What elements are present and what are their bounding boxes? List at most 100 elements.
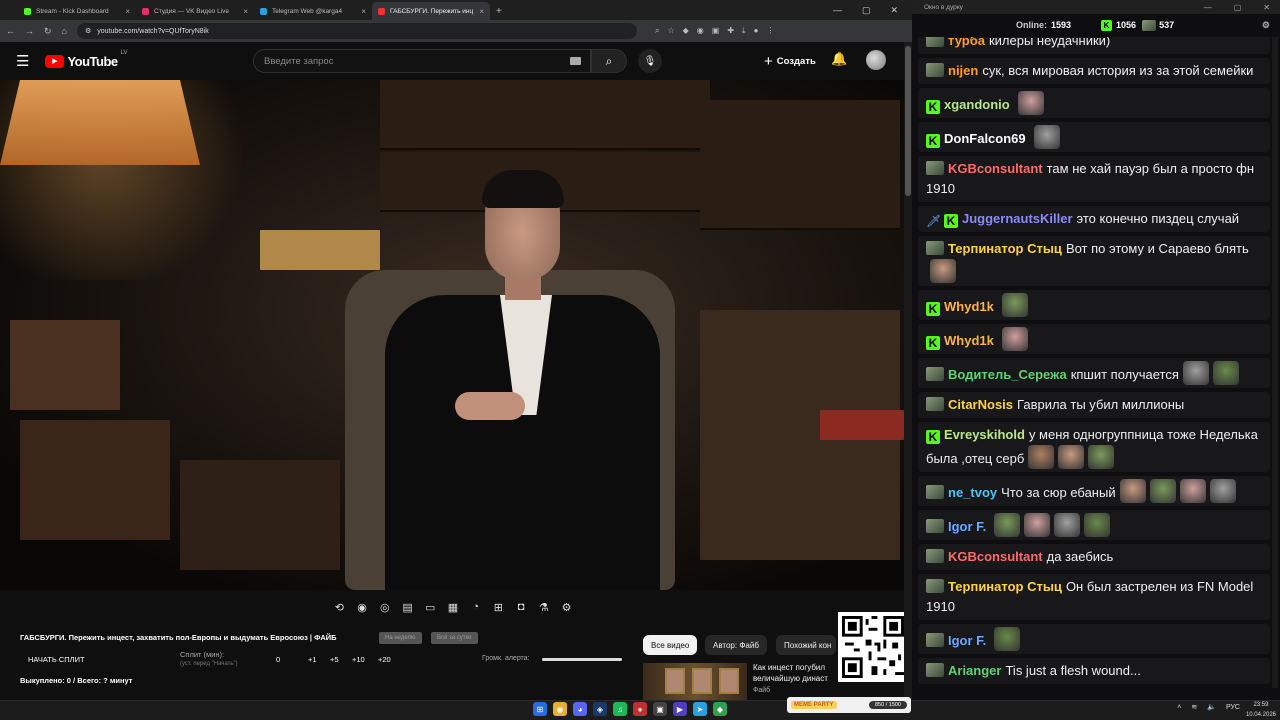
maximize-icon[interactable]: ▢ xyxy=(862,5,871,16)
period-pill-day[interactable]: Всё за сутки xyxy=(431,632,478,644)
avatar[interactable] xyxy=(866,50,886,70)
chat-scrollbar[interactable] xyxy=(1272,37,1278,688)
alert-volume-slider[interactable] xyxy=(542,658,622,661)
extension-icon[interactable]: ◆ xyxy=(683,26,689,36)
youtube-logo[interactable]: ▶ YouTube LV xyxy=(45,50,128,69)
keyboard-icon[interactable] xyxy=(570,57,581,65)
split-add-0-button[interactable]: 0 xyxy=(276,655,280,664)
minimize-icon[interactable]: — xyxy=(1204,3,1212,12)
chat-username[interactable]: Evreyskihold xyxy=(944,427,1025,442)
tab-close-icon[interactable]: × xyxy=(361,7,366,16)
audio-icon[interactable]: ◉ xyxy=(352,601,372,614)
app-icon[interactable]: ▶ xyxy=(673,702,687,716)
chat-username[interactable]: Терпинатор Стыц xyxy=(948,241,1062,256)
create-button[interactable]: + Создать xyxy=(756,49,824,73)
chip-all-videos[interactable]: Все видео xyxy=(643,635,698,655)
browser-tab[interactable]: Stream - Kick Dashboard × xyxy=(18,2,136,20)
maximize-icon[interactable]: ▢ xyxy=(1234,3,1242,12)
zoom-icon[interactable]: ⌕ xyxy=(655,26,659,36)
flask-icon[interactable]: ⚗ xyxy=(534,601,554,614)
extension-icon[interactable]: ▣ xyxy=(712,26,720,36)
tab-close-icon[interactable]: × xyxy=(125,7,130,16)
recommended-title[interactable]: Как инцест погубил величайшую династ xyxy=(753,662,843,684)
close-icon[interactable]: ✕ xyxy=(1263,3,1270,12)
speed-icon[interactable]: ◔ xyxy=(466,601,486,613)
url-field[interactable]: ⚙ youtube.com/watch?v=QUfToryN8ik xyxy=(76,23,637,39)
bookmark-star-icon[interactable]: ☆ xyxy=(667,26,674,36)
notifications-bell-icon[interactable]: 🔔 xyxy=(831,51,847,67)
site-info-icon[interactable]: ⚙ xyxy=(85,27,91,35)
theater-icon[interactable]: ▦ xyxy=(443,601,463,614)
split-add-5-button[interactable]: +5 xyxy=(330,655,339,664)
loop-icon[interactable]: ⟲ xyxy=(329,601,349,614)
start-split-button[interactable]: НАЧАТЬ СПЛИТ xyxy=(28,655,85,664)
steam-icon[interactable]: ◈ xyxy=(593,702,607,716)
tab-close-icon[interactable]: × xyxy=(243,7,248,16)
recommended-channel[interactable]: Файб xyxy=(753,687,770,694)
chrome-icon[interactable]: ◉ xyxy=(553,702,567,716)
language-indicator[interactable]: РУС xyxy=(1226,704,1240,711)
new-tab-icon[interactable]: + xyxy=(496,2,502,20)
telegram-icon[interactable]: ➤ xyxy=(693,702,707,716)
back-icon[interactable]: ← xyxy=(6,26,15,36)
chat-username[interactable]: турба xyxy=(948,37,985,48)
app-icon[interactable]: ◆ xyxy=(713,702,727,716)
spotify-icon[interactable]: ♫ xyxy=(613,702,627,716)
chat-username[interactable]: Водитель_Сережа xyxy=(948,367,1067,382)
app-icon[interactable]: ▣ xyxy=(653,702,667,716)
chip-similar[interactable]: Похожий кон xyxy=(776,635,836,655)
chat-username[interactable]: KGBconsultant xyxy=(948,161,1043,176)
minimize-icon[interactable]: — xyxy=(833,5,842,15)
menu-icon[interactable]: ☰ xyxy=(16,52,29,70)
tab-close-icon[interactable]: × xyxy=(479,7,484,16)
search-button[interactable]: ⌕ xyxy=(591,49,627,73)
page-scroll-thumb[interactable] xyxy=(905,46,911,196)
windows-start-icon[interactable]: ⊞ xyxy=(533,702,547,716)
split-add-10-button[interactable]: +10 xyxy=(352,655,365,664)
chat-username[interactable]: DonFalcon69 xyxy=(944,131,1026,146)
close-icon[interactable]: ✕ xyxy=(890,5,898,16)
forward-icon[interactable]: → xyxy=(25,26,34,36)
video-player[interactable] xyxy=(0,80,904,590)
chat-username[interactable]: Whyd1k xyxy=(944,333,994,348)
profile-icon[interactable]: ● xyxy=(754,26,759,36)
split-add-20-button[interactable]: +20 xyxy=(378,655,391,664)
extension-icon[interactable]: ◉ xyxy=(697,26,704,36)
wifi-icon[interactable]: ≋ xyxy=(1191,703,1197,711)
period-pill-week[interactable]: На неделю xyxy=(379,632,422,644)
chat-username[interactable]: Arianger xyxy=(948,663,1001,678)
discord-icon[interactable]: ◕ xyxy=(573,702,587,716)
chat-username[interactable]: CitarNosis xyxy=(948,397,1013,412)
chat-username[interactable]: Igor F. xyxy=(948,519,986,534)
voice-search-button[interactable]: 🎙 xyxy=(638,49,662,73)
chat-username[interactable]: nijen xyxy=(948,63,978,78)
split-add-1-button[interactable]: +1 xyxy=(308,655,317,664)
eye-icon[interactable]: ◎ xyxy=(375,601,395,614)
clock[interactable]: 23:59 10.04.2026 xyxy=(1246,700,1276,720)
chat-username[interactable]: xgandonio xyxy=(944,97,1010,112)
screenshot-icon[interactable]: ◘ xyxy=(511,601,531,613)
chat-username[interactable]: KGBconsultant xyxy=(948,549,1043,564)
search-input[interactable]: Введите запрос xyxy=(253,49,591,73)
chip-author[interactable]: Автор: Файб xyxy=(705,635,767,655)
picture-icon[interactable]: ▭ xyxy=(420,601,440,614)
home-icon[interactable]: ⌂ xyxy=(62,26,67,36)
download-icon[interactable]: ⤓ xyxy=(742,26,746,36)
chat-username[interactable]: Igor F. xyxy=(948,633,986,648)
chat-username[interactable]: Терпинатор Стыц xyxy=(948,579,1062,594)
browser-tab[interactable]: Telegram Web @karga4 × xyxy=(254,2,372,20)
more-icon[interactable]: ⋮ xyxy=(766,26,774,36)
chat-username[interactable]: JuggernautsKiller xyxy=(962,211,1073,226)
puzzle-icon[interactable]: ✚ xyxy=(727,26,734,36)
reload-icon[interactable]: ↻ xyxy=(44,26,52,37)
settings-gear-icon[interactable]: ⚙ xyxy=(1262,20,1270,31)
playlist-add-icon[interactable]: ⊞ xyxy=(488,601,508,614)
chat-username[interactable]: ne_tvoy xyxy=(948,485,997,500)
browser-tab[interactable]: ГАБСБУРГИ. Пережить инц × xyxy=(372,2,490,20)
gear-icon[interactable]: ⚙ xyxy=(557,601,577,614)
chat-username[interactable]: Whyd1k xyxy=(944,299,994,314)
film-icon[interactable]: ▤ xyxy=(398,601,418,614)
obs-icon[interactable]: ● xyxy=(633,702,647,716)
chevron-up-icon[interactable]: ˄ xyxy=(1177,704,1181,711)
browser-tab[interactable]: Студия — VK Видео Live × xyxy=(136,2,254,20)
